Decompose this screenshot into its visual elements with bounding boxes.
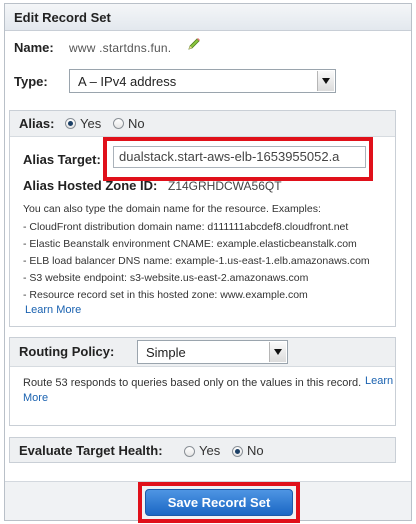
hosted-zone-value: Z14GRHDCWA56QT	[168, 179, 282, 193]
health-no-label[interactable]: No	[247, 443, 264, 458]
hosted-zone-label: Alias Hosted Zone ID:	[23, 178, 158, 193]
save-button-highlight	[138, 482, 300, 523]
type-label: Type:	[14, 74, 48, 89]
routing-dropdown-button[interactable]	[269, 342, 286, 362]
name-label: Name:	[14, 40, 54, 55]
health-yes-radio[interactable]	[184, 446, 195, 457]
alias-hint-line: - Elastic Beanstalk environment CNAME: e…	[23, 238, 357, 250]
evaluate-health-label: Evaluate Target Health:	[19, 443, 163, 458]
alias-yes-radio[interactable]	[65, 118, 76, 129]
alias-hint-line: You can also type the domain name for th…	[23, 203, 321, 215]
alias-hint-line: - Resource record set in this hosted zon…	[23, 289, 308, 301]
chevron-down-icon	[274, 349, 282, 355]
routing-learn-more-link[interactable]: Learn	[365, 375, 393, 387]
alias-no-label[interactable]: No	[128, 116, 145, 131]
routing-description: Route 53 responds to queries based only …	[23, 377, 362, 389]
alias-yes-label[interactable]: Yes	[80, 116, 101, 131]
alias-hint-line: - CloudFront distribution domain name: d…	[23, 221, 349, 233]
type-dropdown-button[interactable]	[317, 71, 334, 91]
alias-no-radio[interactable]	[113, 118, 124, 129]
panel-title: Edit Record Set	[14, 10, 111, 25]
alias-hint-line: - ELB load balancer DNS name: example-1.…	[23, 255, 370, 267]
health-no-radio[interactable]	[232, 446, 243, 457]
routing-policy-value: Simple	[146, 345, 186, 360]
alias-target-label: Alias Target:	[23, 152, 101, 167]
routing-learn-more-link[interactable]: More	[23, 392, 48, 404]
routing-policy-label: Routing Policy:	[19, 344, 115, 359]
alias-label: Alias:	[19, 116, 55, 131]
panel-header: Edit Record Set	[5, 4, 411, 31]
alias-target-highlight	[103, 137, 373, 181]
name-value: www .startdns.fun.	[69, 41, 172, 55]
type-select[interactable]: A – IPv4 address	[69, 69, 336, 93]
type-select-value: A – IPv4 address	[78, 74, 177, 89]
alias-hint-line: - S3 website endpoint: s3-website.us-eas…	[23, 272, 309, 284]
edit-pencil-icon[interactable]	[186, 36, 202, 52]
chevron-down-icon	[322, 78, 330, 84]
routing-policy-select[interactable]: Simple	[137, 340, 288, 364]
health-yes-label[interactable]: Yes	[199, 443, 220, 458]
alias-learn-more-link[interactable]: Learn More	[25, 304, 81, 316]
